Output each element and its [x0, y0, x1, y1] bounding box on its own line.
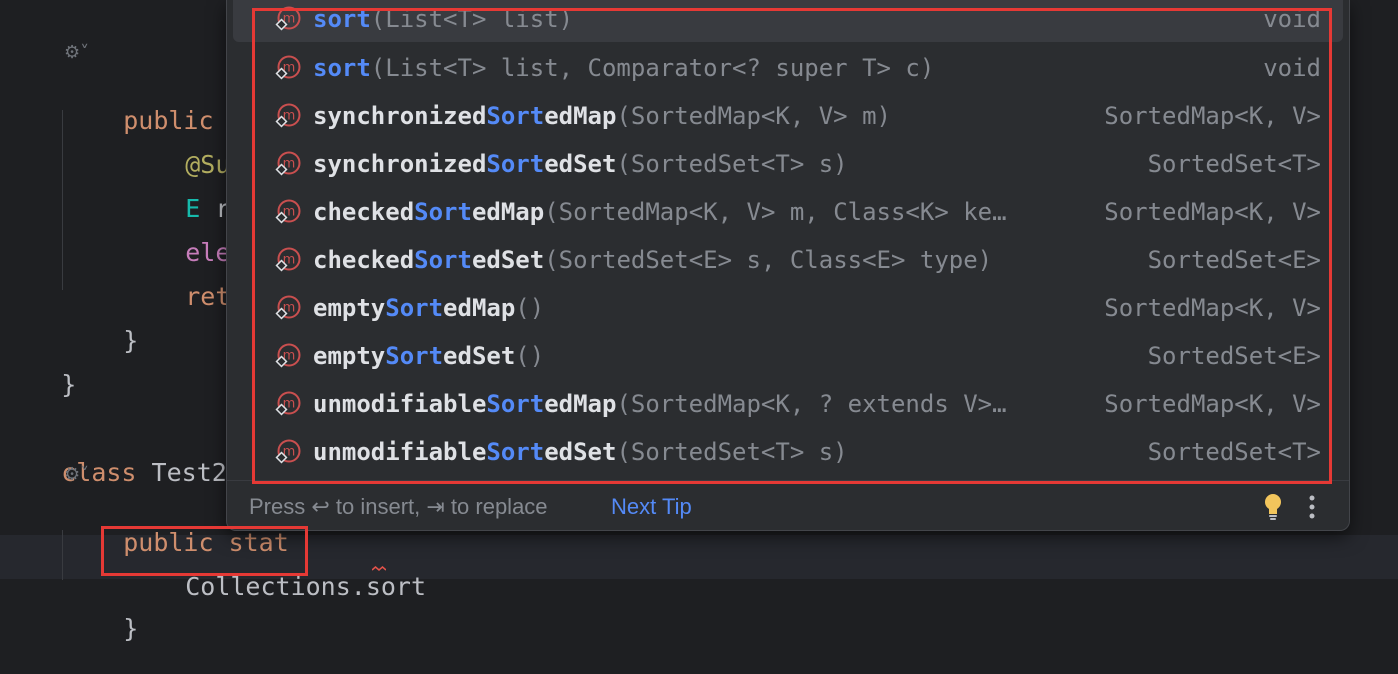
code-vision-icon[interactable]: ⚙˅: [64, 42, 89, 63]
highlight-box-completion-list: [252, 8, 1332, 484]
next-tip-link[interactable]: Next Tip: [611, 494, 692, 520]
highlight-box-collections: [101, 526, 308, 576]
code-line: }: [61, 370, 77, 399]
completion-footer: Press ↩ to insert, ⇥ to replace Next Tip: [227, 480, 1349, 531]
code-vision-icon[interactable]: ⚙˅: [64, 464, 89, 485]
error-squiggle: [372, 566, 386, 571]
footer-hint: Press ↩ to insert, ⇥ to replace: [249, 494, 548, 519]
lightbulb-icon[interactable]: [1263, 493, 1283, 521]
more-options-icon[interactable]: [1307, 493, 1317, 521]
code-line: }: [123, 614, 139, 643]
